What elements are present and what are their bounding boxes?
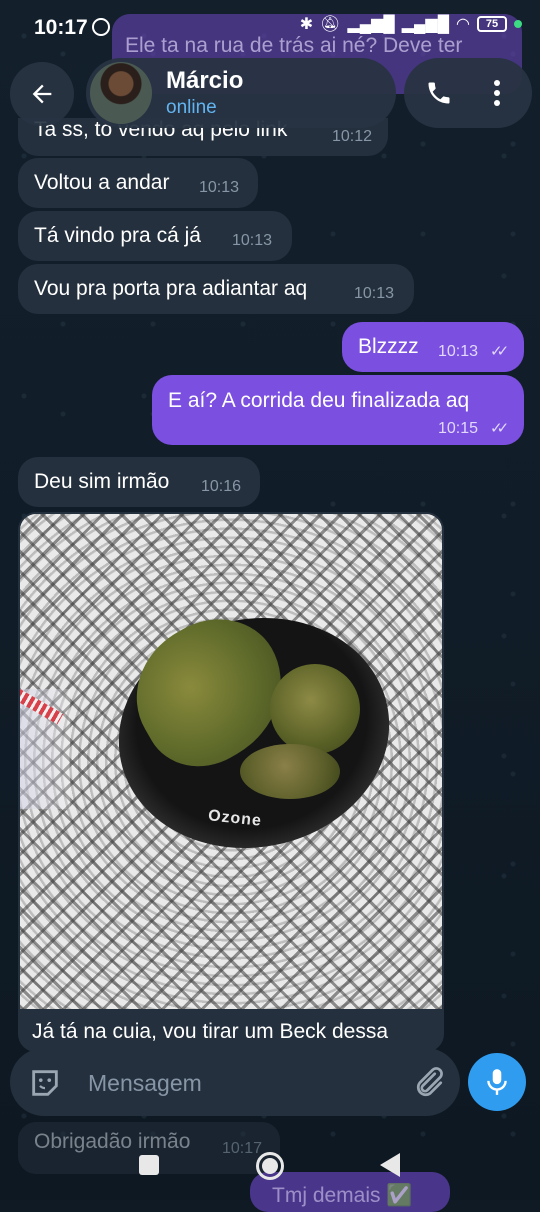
photo-caption: Já tá na cuia, vou tirar um Beck dessa xyxy=(32,1020,389,1043)
message-text: Deu sim irmão xyxy=(34,470,170,493)
double-check-icon: ✓✓ xyxy=(490,343,509,360)
message-bubble-incoming[interactable]: Deu sim irmão 10:16 xyxy=(18,457,260,507)
back-button[interactable] xyxy=(10,62,74,126)
attach-button[interactable] xyxy=(410,1064,446,1100)
mute-icon: 🔕︎ xyxy=(320,16,341,33)
contact-name: Márcio xyxy=(166,67,244,94)
call-button[interactable] xyxy=(418,72,460,114)
sticker-icon xyxy=(32,1070,58,1096)
message-time: 10:13 xyxy=(438,343,479,360)
mic-circle xyxy=(468,1053,526,1111)
recents-button[interactable] xyxy=(139,1155,159,1175)
nav-back-button[interactable] xyxy=(380,1153,400,1177)
message-text: Blzzzz xyxy=(358,335,419,358)
message-text: E aí? A corrida deu finalizada aq xyxy=(168,389,470,412)
emoji-button[interactable] xyxy=(28,1066,62,1100)
bud xyxy=(240,744,340,799)
voice-message-button[interactable] xyxy=(468,1048,526,1116)
photo-message[interactable]: Ozone Já tá na cuia, vou tirar um Beck d… xyxy=(18,512,444,1052)
wifi-icon: ◠ xyxy=(456,16,470,33)
message-text: Tá vindo pra cá já xyxy=(34,224,201,247)
arrow-left-icon xyxy=(32,84,52,104)
status-bar: 10:17 ✱ 🔕︎ ▂▄▆█ ▂▄▆█ ◠ 75 xyxy=(0,0,540,52)
more-vertical-icon xyxy=(494,80,500,106)
bluetooth-icon: ✱ xyxy=(299,16,314,33)
contact-header[interactable]: Márcio online xyxy=(86,58,396,128)
message-photo[interactable]: Ozone xyxy=(20,514,442,1009)
status-icons: ✱ 🔕︎ ▂▄▆█ ▂▄▆█ ◠ 75 xyxy=(300,14,522,34)
message-bubble-incoming[interactable]: Voltou a andar 10:13 xyxy=(18,158,258,208)
message-bubble-outgoing[interactable]: Blzzzz 10:13 ✓✓ xyxy=(342,322,524,372)
message-bubble-outgoing[interactable]: E aí? A corrida deu finalizada aq 10:15 … xyxy=(152,375,524,445)
message-time: 10:12 xyxy=(332,128,373,145)
microphone-icon xyxy=(487,1069,507,1095)
message-text: Voltou a andar xyxy=(34,171,170,194)
message-time: 10:15 xyxy=(438,420,479,437)
message-text: Vou pra porta pra adiantar aq xyxy=(34,277,308,300)
signal-icon-2: ▂▄▆█ xyxy=(401,16,450,33)
bud xyxy=(270,664,360,754)
message-time: 10:13 xyxy=(354,285,395,302)
system-navigation-bar xyxy=(0,1130,540,1200)
avatar[interactable] xyxy=(90,62,152,124)
contact-status: online xyxy=(166,97,217,118)
phone-icon xyxy=(428,82,450,104)
double-check-icon: ✓✓ xyxy=(490,420,509,437)
whatsapp-notification-icon xyxy=(92,18,110,36)
paperclip-icon xyxy=(416,1067,443,1097)
signal-icon: ▂▄▆█ xyxy=(347,16,395,33)
message-composer xyxy=(10,1048,460,1116)
header-actions xyxy=(404,58,532,128)
battery-icon: 75 xyxy=(477,16,507,32)
more-options-button[interactable] xyxy=(476,72,518,114)
message-time: 10:16 xyxy=(201,478,242,495)
message-time: 10:13 xyxy=(232,232,273,249)
message-input[interactable] xyxy=(86,1060,400,1106)
message-bubble-incoming[interactable]: Tá vindo pra cá já 10:13 xyxy=(18,211,292,261)
message-time: 10:13 xyxy=(199,179,240,196)
privacy-indicator xyxy=(514,20,522,28)
home-icon xyxy=(262,1158,278,1174)
message-bubble-incoming[interactable]: Vou pra porta pra adiantar aq 10:13 xyxy=(18,264,414,314)
status-time: 10:17 xyxy=(34,16,88,39)
